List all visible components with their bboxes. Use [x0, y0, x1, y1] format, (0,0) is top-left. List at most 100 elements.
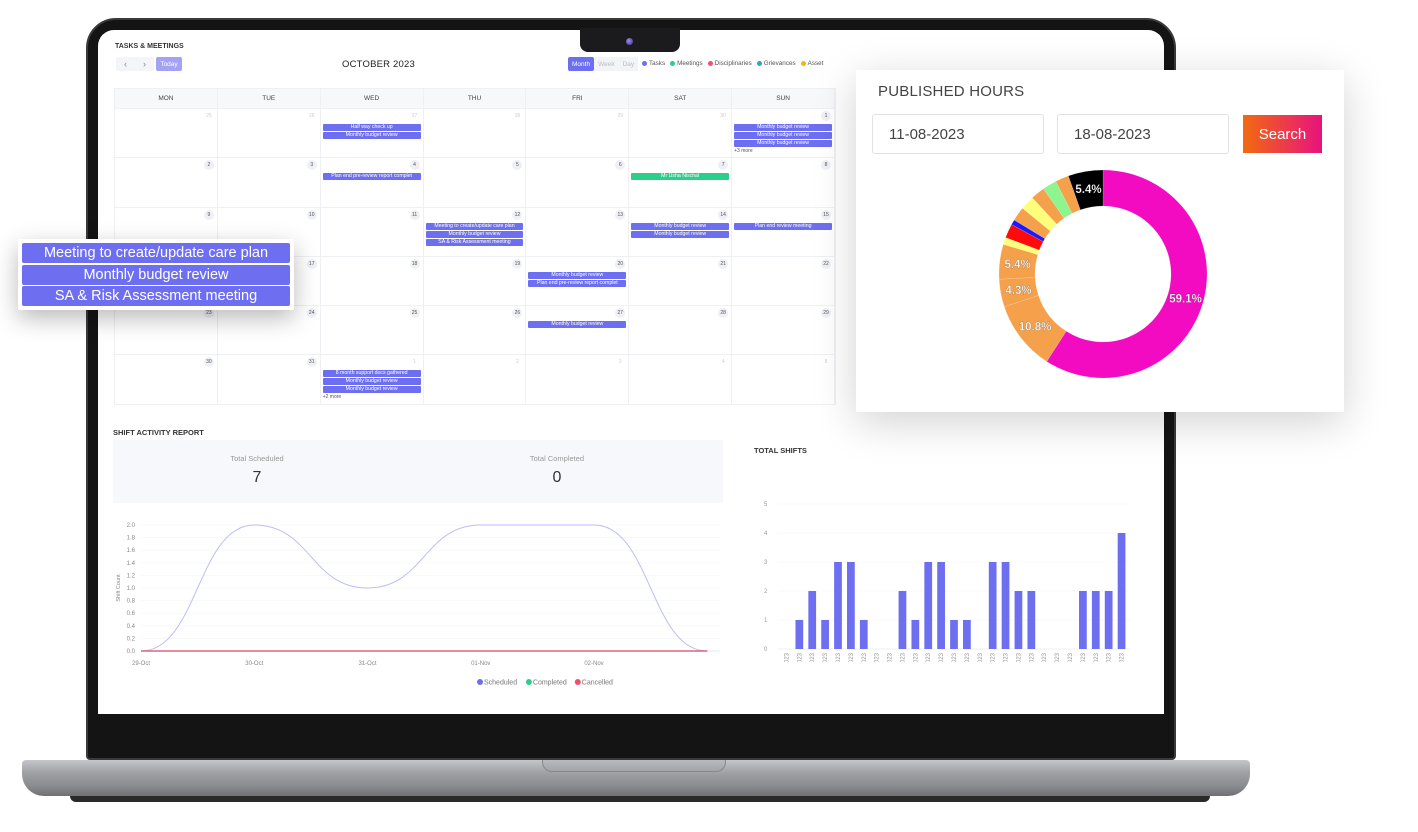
- calendar-event[interactable]: Plan end pre-review report complet: [322, 173, 421, 181]
- calendar-day-cell[interactable]: 1 Monthly budget review Monthly budget rev…: [732, 109, 835, 158]
- calendar-event[interactable]: Monthly budget review: [631, 222, 730, 230]
- calendar-day-cell[interactable]: 8: [732, 158, 835, 207]
- calendar-day-cell[interactable]: 27 Monthly budget review: [526, 306, 630, 355]
- more-events-link[interactable]: +3 more: [734, 148, 834, 154]
- calendar-day-cell[interactable]: 15 Plan end review meeting: [732, 207, 835, 256]
- calendar-day-cell[interactable]: 28: [629, 306, 733, 355]
- calendar-day-cell[interactable]: 18: [321, 256, 424, 306]
- day-number[interactable]: 8: [820, 160, 831, 171]
- calendar-day-cell[interactable]: 5: [732, 355, 835, 404]
- next-month-button[interactable]: ›: [143, 59, 146, 69]
- calendar-day-cell[interactable]: 26: [218, 109, 321, 158]
- day-number[interactable]: 29: [820, 308, 831, 319]
- day-number[interactable]: 2: [512, 357, 522, 367]
- day-number[interactable]: 7: [718, 160, 729, 171]
- calendar-event[interactable]: SA & Risk Assessment meeting: [425, 238, 524, 246]
- calendar-day-cell[interactable]: 11: [321, 207, 424, 256]
- calendar-day-cell[interactable]: 23: [115, 306, 218, 355]
- to-date-input[interactable]: 18-08-2023: [1057, 114, 1229, 154]
- bar[interactable]: [795, 620, 804, 649]
- calendar-event[interactable]: Meeting to create/update care plan: [425, 222, 524, 230]
- day-number[interactable]: 29: [615, 111, 625, 121]
- day-number[interactable]: 20: [615, 258, 626, 269]
- legend-label-scheduled[interactable]: Scheduled: [484, 680, 517, 687]
- bar[interactable]: [937, 562, 945, 649]
- search-button[interactable]: Search: [1243, 115, 1322, 153]
- day-number[interactable]: 12: [512, 209, 523, 220]
- calendar-day-cell[interactable]: 1 8 month support docs gathered Monthly bu…: [321, 355, 424, 404]
- calendar-event[interactable]: Monthly budget review: [528, 321, 627, 329]
- day-number[interactable]: 27: [410, 111, 420, 121]
- calendar-event[interactable]: Monthly budget review: [631, 230, 730, 238]
- calendar-event[interactable]: Monthly budget review: [734, 140, 832, 147]
- bar[interactable]: [950, 620, 958, 649]
- bar[interactable]: [847, 562, 855, 649]
- calendar-day-cell[interactable]: 13: [526, 207, 630, 256]
- day-number[interactable]: 19: [512, 258, 523, 269]
- calendar-event[interactable]: Monthly budget review: [322, 132, 421, 139]
- day-number[interactable]: 3: [306, 160, 317, 171]
- calendar-day-cell[interactable]: 30: [115, 355, 218, 404]
- calendar-day-cell[interactable]: 21: [629, 256, 733, 306]
- calendar-day-cell[interactable]: 19: [424, 256, 527, 306]
- day-number[interactable]: 4: [409, 160, 420, 171]
- popup-event[interactable]: Monthly budget review: [22, 264, 290, 285]
- day-number[interactable]: 15: [820, 209, 831, 220]
- day-number[interactable]: 26: [307, 111, 317, 121]
- day-number[interactable]: 1: [410, 357, 420, 367]
- legend-item-disciplinaries[interactable]: Disciplinaries: [707, 60, 752, 67]
- calendar-day-cell[interactable]: 3: [526, 355, 630, 404]
- day-number[interactable]: 22: [820, 258, 831, 269]
- legend-item-grievances[interactable]: Grievances: [756, 60, 796, 67]
- bar[interactable]: [1091, 591, 1100, 649]
- day-number[interactable]: 30: [203, 357, 214, 368]
- bar[interactable]: [924, 562, 933, 649]
- legend-item-asset[interactable]: Asset: [800, 60, 823, 67]
- day-number[interactable]: 9: [203, 209, 214, 220]
- day-number[interactable]: 18: [409, 258, 420, 269]
- calendar-day-cell[interactable]: 7 Mr Usha Nischal: [629, 158, 733, 207]
- calendar-day-cell[interactable]: 2: [115, 158, 218, 207]
- bar[interactable]: [1001, 562, 1010, 649]
- day-number[interactable]: 25: [409, 308, 420, 319]
- calendar-day-cell[interactable]: 25: [115, 109, 218, 158]
- calendar-day-cell[interactable]: 25: [321, 306, 424, 355]
- legend-item-meetings[interactable]: Meetings: [670, 60, 703, 67]
- calendar-event[interactable]: Monthly budget review: [528, 271, 627, 279]
- calendar-day-cell[interactable]: 30: [629, 109, 733, 158]
- calendar-event[interactable]: Plan end review meeting: [734, 222, 832, 230]
- calendar-event[interactable]: Monthly budget review: [734, 124, 832, 131]
- calendar-day-cell[interactable]: 4: [629, 355, 733, 404]
- bar[interactable]: [834, 562, 842, 649]
- bar[interactable]: [1117, 533, 1126, 649]
- more-events-link[interactable]: +2 more: [323, 394, 423, 400]
- calendar-event[interactable]: Monthly budget review: [322, 386, 421, 394]
- day-number[interactable]: 3: [615, 357, 625, 367]
- day-number[interactable]: 26: [512, 308, 523, 319]
- view-tab-week[interactable]: Week: [594, 57, 619, 71]
- calendar-day-cell[interactable]: 27 Half way check up Monthly budget review: [321, 109, 424, 158]
- calendar-day-cell[interactable]: 31: [218, 355, 321, 404]
- bar[interactable]: [988, 562, 997, 649]
- legend-item-tasks[interactable]: Tasks: [642, 60, 665, 67]
- day-number[interactable]: 6: [615, 160, 626, 171]
- prev-month-button[interactable]: ‹: [124, 59, 127, 69]
- calendar-day-cell[interactable]: 5: [424, 158, 527, 207]
- day-number[interactable]: 25: [204, 111, 214, 121]
- day-number[interactable]: 10: [306, 209, 317, 220]
- day-number[interactable]: 13: [615, 209, 626, 220]
- bar[interactable]: [821, 620, 829, 649]
- calendar-day-cell[interactable]: 4 Plan end pre-review report complet: [321, 158, 424, 207]
- bar[interactable]: [808, 591, 817, 649]
- day-number[interactable]: 28: [512, 111, 522, 121]
- day-number[interactable]: 31: [306, 357, 317, 368]
- day-number[interactable]: 1: [820, 111, 831, 121]
- bar[interactable]: [1079, 591, 1087, 649]
- bar[interactable]: [1014, 591, 1023, 649]
- bar[interactable]: [911, 620, 920, 649]
- calendar-day-cell[interactable]: 20 Monthly budget review Plan end pre-revi…: [526, 256, 630, 306]
- calendar-day-cell[interactable]: 12 Meeting to create/update care plan Mont…: [424, 207, 527, 256]
- calendar-day-cell[interactable]: 14 Monthly budget review Monthly budget re…: [629, 207, 733, 256]
- calendar-event[interactable]: 8 month support docs gathered: [322, 370, 421, 378]
- calendar-day-cell[interactable]: 2: [424, 355, 527, 404]
